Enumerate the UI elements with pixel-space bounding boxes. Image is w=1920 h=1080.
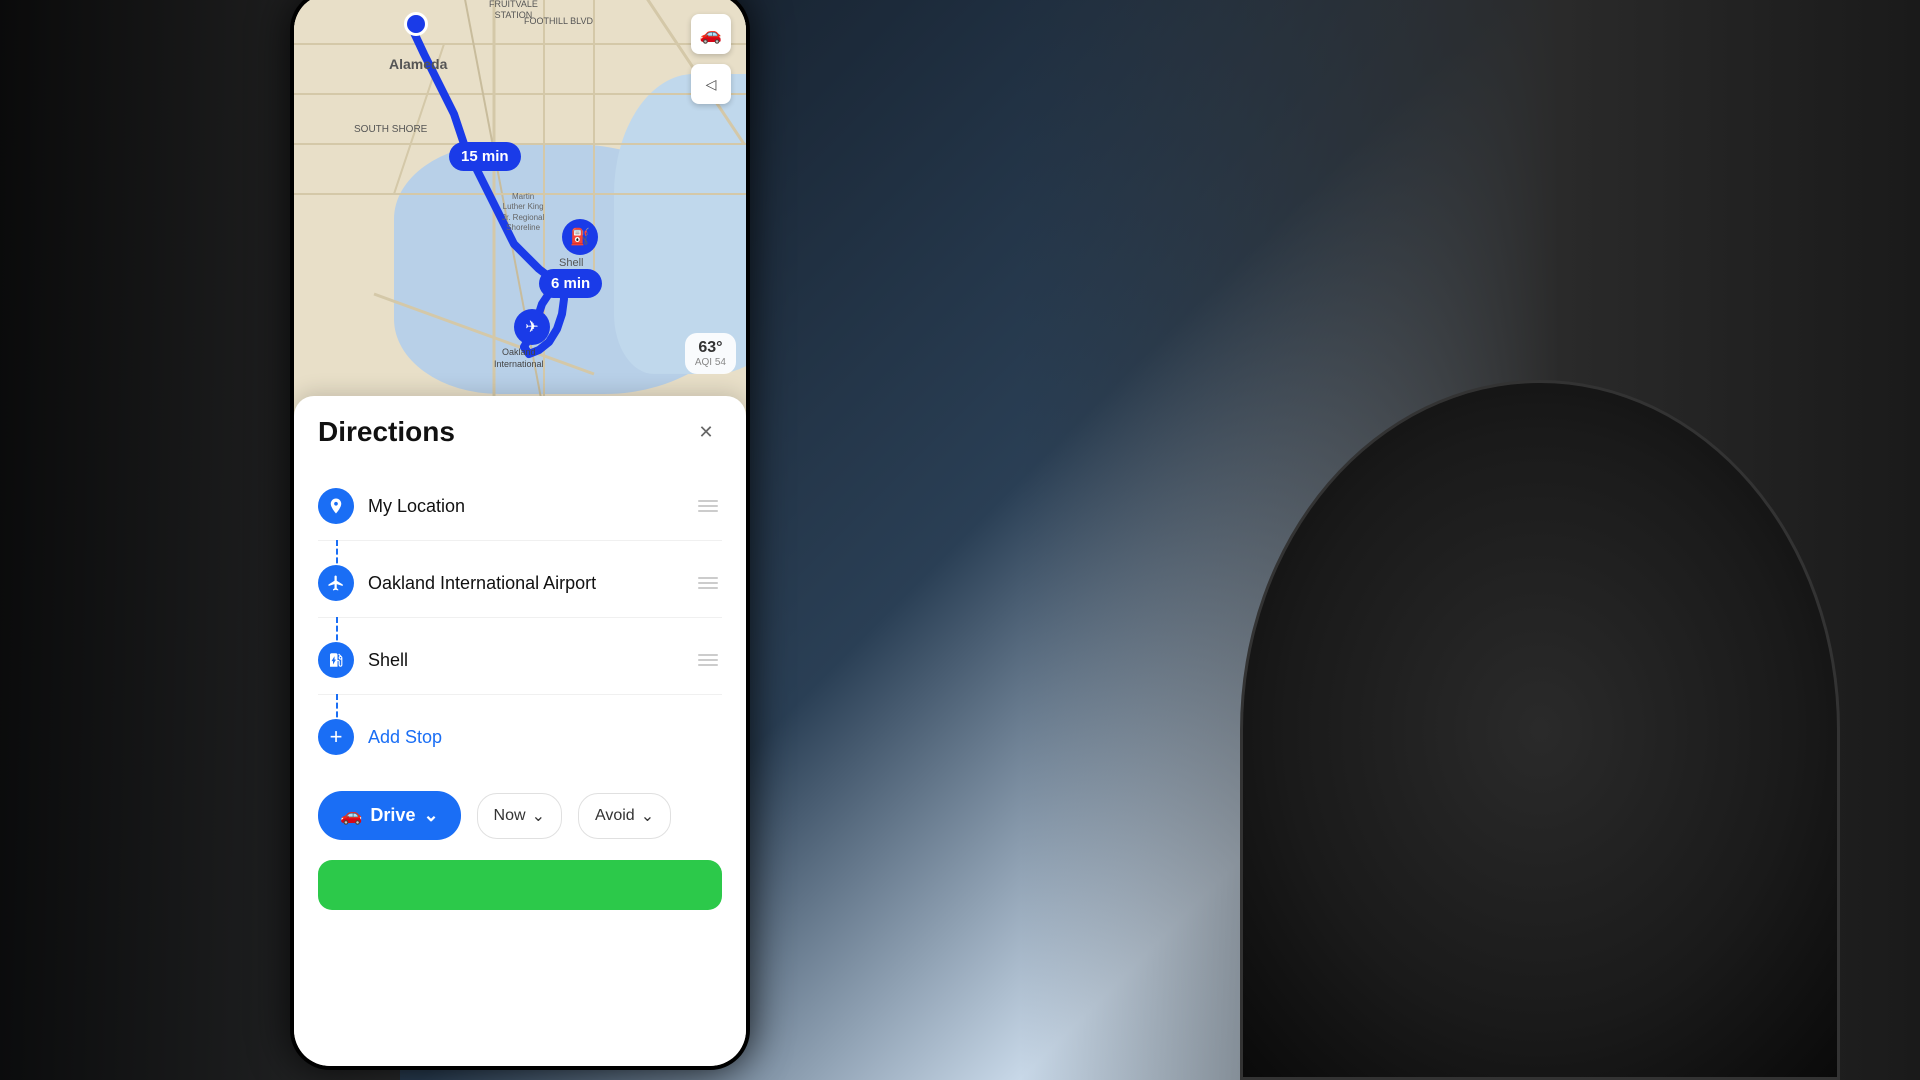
now-label: Now bbox=[494, 807, 526, 825]
aqi-label: AQI 54 bbox=[695, 357, 726, 368]
shell-drag-handle[interactable] bbox=[694, 650, 722, 670]
drive-car-icon: 🚗 bbox=[340, 805, 362, 826]
airport-drag-handle[interactable] bbox=[694, 573, 722, 593]
start-location-pin bbox=[404, 12, 428, 36]
stop-item-my-location[interactable]: My Location bbox=[318, 472, 722, 541]
panel-title: Directions bbox=[318, 416, 455, 448]
car-icon-button[interactable]: 🚗 bbox=[691, 14, 731, 54]
drive-label: Drive bbox=[370, 805, 415, 826]
map-label-southshore: SOUTH SHORE bbox=[354, 124, 427, 135]
drive-chevron: ⌄ bbox=[423, 805, 438, 826]
close-button[interactable]: ✕ bbox=[690, 416, 722, 448]
directions-panel: Directions ✕ My Location bbox=[294, 396, 746, 1066]
shell-label: Shell bbox=[368, 650, 694, 671]
temperature: 63° bbox=[695, 339, 726, 357]
weather-badge: 63° AQI 54 bbox=[685, 333, 736, 374]
phone-screen: ✈ ⛽ 15 min 6 min Alameda SOUTH SHORE She… bbox=[294, 0, 746, 1066]
airport-label: Oakland International Airport bbox=[368, 573, 694, 594]
stop-list: My Location bbox=[318, 472, 722, 771]
my-location-drag-handle[interactable] bbox=[694, 496, 722, 516]
panel-header: Directions ✕ bbox=[318, 416, 722, 448]
gas-station-map-icon[interactable]: ⛽ bbox=[562, 219, 598, 255]
bottom-controls: 🚗 Drive ⌄ Now ⌄ Avoid ⌄ bbox=[318, 791, 722, 840]
stop-item-oakland-airport[interactable]: Oakland International Airport bbox=[318, 549, 722, 618]
phone-container: ✈ ⛽ 15 min 6 min Alameda SOUTH SHORE She… bbox=[290, 0, 780, 1080]
map-label-shell: Shell bbox=[559, 257, 583, 269]
airport-map-icon[interactable]: ✈ bbox=[514, 309, 550, 345]
my-location-label: My Location bbox=[368, 496, 694, 517]
avoid-chevron: ⌄ bbox=[641, 806, 654, 826]
add-stop-label[interactable]: Add Stop bbox=[368, 727, 722, 748]
steering-wheel bbox=[1240, 380, 1840, 1080]
map-label-mlk: MartinLuther KingJr. RegionalShoreline bbox=[502, 192, 544, 234]
time-bubble-6min: 6 min bbox=[539, 269, 602, 298]
compass-button[interactable]: ◁ bbox=[691, 64, 731, 104]
map-label-alameda: Alameda bbox=[389, 56, 447, 72]
connector-1 bbox=[336, 540, 338, 572]
time-bubble-15min: 15 min bbox=[449, 142, 521, 171]
now-chevron: ⌄ bbox=[532, 806, 545, 826]
location-icon bbox=[318, 488, 354, 524]
connector-2 bbox=[336, 617, 338, 649]
map-area[interactable]: ✈ ⛽ 15 min 6 min Alameda SOUTH SHORE She… bbox=[294, 0, 746, 414]
now-button[interactable]: Now ⌄ bbox=[477, 793, 562, 839]
avoid-label: Avoid bbox=[595, 807, 635, 825]
go-button-bar[interactable] bbox=[318, 860, 722, 910]
map-label-foothill: FOOTHILL BLVD bbox=[524, 16, 593, 26]
connector-3 bbox=[336, 694, 338, 726]
avoid-button[interactable]: Avoid ⌄ bbox=[578, 793, 671, 839]
map-label-oakland-intl: OaklandInternational bbox=[494, 347, 544, 370]
stop-item-shell[interactable]: Shell bbox=[318, 626, 722, 695]
phone-frame: ✈ ⛽ 15 min 6 min Alameda SOUTH SHORE She… bbox=[290, 0, 750, 1070]
drive-button[interactable]: 🚗 Drive ⌄ bbox=[318, 791, 461, 840]
stop-item-add-stop[interactable]: + Add Stop bbox=[318, 703, 722, 771]
